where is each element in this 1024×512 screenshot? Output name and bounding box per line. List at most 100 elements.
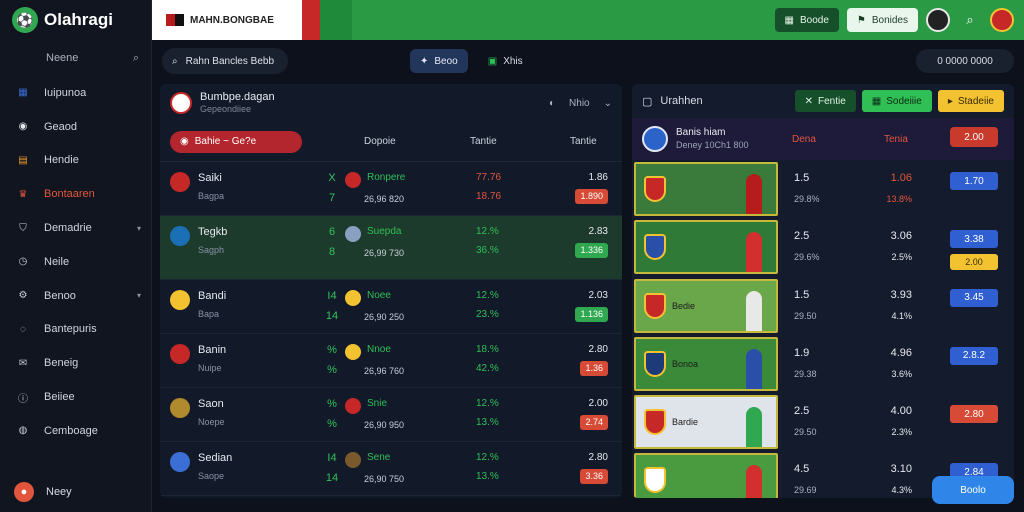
sidebar-item[interactable]: ♛ Bontaaren (0, 177, 151, 211)
odds-button[interactable]: 1.336 (575, 243, 608, 258)
team-sub: Sagph (198, 245, 225, 256)
sidebar-item[interactable]: ▦ Iuipunoa (0, 76, 151, 110)
match-thumbnail[interactable] (634, 453, 778, 498)
match-row[interactable]: Banin Nuipe%% Nnoe 26,96 760 18.% 42.% 2.80 1.3… (160, 334, 622, 388)
highlight-row[interactable]: Bedie 1.5 29.50 3.93 4.1% 3.45 (632, 277, 1014, 335)
odds-button-secondary[interactable]: 2.00 (950, 254, 998, 271)
away-team: Sene (345, 452, 390, 468)
tab-3[interactable]: ▸ Stadeiie (937, 90, 1004, 112)
grid-icon: ▦ (18, 87, 28, 99)
club-crest-icon (170, 92, 192, 114)
percent-bottom: 23.% (476, 308, 499, 320)
team-name: Tegkb (198, 226, 228, 238)
highlight-row[interactable]: Bardie 2.5 29.50 4.00 2.3% 2.80 (632, 393, 1014, 451)
panel-tool-label[interactable]: Nhio (569, 98, 590, 109)
odds-button[interactable]: 1.36 (580, 361, 608, 376)
value-1-sub: 29.38 (794, 368, 817, 379)
match-time: 26,99 730 (364, 248, 405, 258)
league-chip-label: Bahie ~ Ge?e (194, 136, 257, 147)
top-button-1-label: Boode (799, 14, 829, 26)
chevron-down-icon[interactable]: ⌄ (604, 98, 612, 109)
filter-chip-active[interactable]: ✦ Beoo (410, 49, 468, 73)
search-text: Rahn Bancles Bebb (185, 55, 275, 67)
odds-button[interactable]: 3.45 (950, 288, 998, 307)
highlight-row[interactable]: 1.5 29.8% 1.06 13.8% 1.70 (632, 160, 1014, 218)
league-info[interactable]: Banis hiam Deney 10Ch1 800 (642, 126, 749, 152)
odds-value: 2.00 (588, 398, 608, 409)
sidebar-item[interactable]: ✉ Beneig (0, 346, 151, 380)
filter-chip-right[interactable]: 0 0000 0000 (916, 49, 1014, 73)
top-button-1[interactable]: ▦ Boode (774, 8, 839, 32)
match-row[interactable]: Saiki Bagpa X 7 Ronpere 26,96 820 77.76 18.76 1.… (160, 162, 622, 216)
filter-chip[interactable]: ▣ Xhis (478, 49, 533, 73)
match-thumbnail[interactable]: Bonoa (634, 336, 778, 391)
player-figure-icon (746, 232, 762, 273)
match-thumbnail[interactable]: Bedie (634, 278, 778, 333)
odds-value: 2.83 (588, 226, 608, 237)
odds-button[interactable]: 1.136 (575, 307, 608, 322)
sidebar-item-label: Bantepuris (44, 323, 97, 336)
odds-button[interactable]: 3.38 (950, 230, 998, 249)
club-badge-icon[interactable] (990, 8, 1014, 32)
match-row[interactable]: Saon Noepe%% Snie 26,90 950 12.% 13.% 2.00 2.74 (160, 388, 622, 442)
highlight-row[interactable]: 2.5 29.6% 3.06 2.5% 3.38 2.00 (632, 218, 1014, 276)
value-2-sub: 4.1% (891, 310, 912, 321)
match-thumbnail[interactable] (634, 220, 778, 275)
highlight-row[interactable]: Bonoa 1.9 29.38 4.96 3.6% 2.8.2 (632, 335, 1014, 393)
brand[interactable]: MAHN.BONGBAE (152, 14, 352, 26)
home-team: Bandi Bapa (170, 290, 226, 320)
floating-button[interactable]: Boolo (932, 476, 1014, 504)
tab-2[interactable]: ▦ Sodeiiie (861, 90, 932, 112)
odds-button[interactable]: 1.70 (950, 172, 998, 190)
score-top: I4 (327, 452, 337, 464)
highlights-title: Urahhen (660, 95, 703, 107)
matches-panel: Bumbpe.dagan Gepeondiiee ◐ Nhio ⌄ ◉ Bahi… (160, 84, 622, 498)
search-icon[interactable]: ⌕ (958, 8, 982, 32)
sidebar-item[interactable]: ◉ Geaod (0, 110, 151, 144)
header-odds-button[interactable]: 2.00 (950, 127, 998, 147)
sidebar-item[interactable]: ◌ Bantepuris (0, 313, 151, 347)
sidebar-item[interactable]: ◍ Cemboage (0, 414, 151, 448)
odds-button[interactable]: 3.36 (580, 469, 608, 484)
league-chip[interactable]: ◉ Bahie ~ Ge?e (170, 130, 302, 153)
sidebar-search[interactable]: Neene ⌕ (0, 40, 151, 76)
team-sub: Saope (198, 471, 225, 482)
sidebar-item[interactable]: ◷ Neile (0, 245, 151, 279)
play-icon: ▸ (947, 95, 953, 107)
odds-button[interactable]: 2.80 (950, 405, 998, 424)
match-row[interactable]: Sedian Saope I4 14 Sene 26,90 750 12.% 13.% 2.80… (160, 442, 622, 496)
score: %% (325, 398, 339, 432)
logo[interactable]: ⚽ Olahragi (0, 0, 151, 40)
value-2: 1.06 (890, 172, 912, 184)
value-2: 3.06 (890, 230, 912, 243)
sidebar-item[interactable]: ⓘ Beiiee (0, 380, 151, 414)
sidebar-item-label: Bontaaren (44, 188, 95, 201)
refresh-icon[interactable]: ◐ (549, 98, 555, 109)
match-thumbnail[interactable] (634, 162, 778, 216)
search-input[interactable]: ⌕ Rahn Bancles Bebb (162, 48, 288, 74)
avatar[interactable] (926, 8, 950, 32)
sidebar-item[interactable]: ⛉ Demadrie ▾ (0, 211, 151, 245)
score: I4 14 (325, 290, 339, 324)
x-icon: ✕ (804, 95, 813, 107)
tab-1[interactable]: ✕ Fentie (794, 90, 856, 112)
sidebar-footer[interactable]: ● Neey (14, 482, 72, 502)
top-button-2[interactable]: ⚑ Bonides (846, 8, 918, 32)
team-sub: Nuipe (198, 363, 222, 374)
match-thumbnail[interactable]: Bardie (634, 395, 778, 450)
globe-icon: ◍ (18, 425, 28, 437)
match-row[interactable]: Tegkb Sagph 6 8 Suepda 26,99 730 12.% 36.% 2.83 1… (160, 216, 622, 280)
away-team-name: Noee (367, 290, 391, 301)
score: I4 14 (325, 452, 339, 486)
odds-value: 1.86 (588, 172, 608, 183)
odds-button[interactable]: 1.890 (575, 189, 608, 204)
score: 68 (325, 226, 339, 260)
sidebar-item[interactable]: ▤ Hendie (0, 144, 151, 178)
away-team-name: Ronpere (367, 172, 406, 183)
odds-button[interactable]: 2.74 (580, 415, 608, 430)
calendar-icon: ▦ (871, 95, 882, 107)
odds-button[interactable]: 2.8.2 (950, 346, 998, 365)
team-name-block: Bandi Bapa (198, 290, 226, 320)
sidebar-item[interactable]: ⚙ Benoo ▾ (0, 279, 151, 313)
match-row[interactable]: Bandi Bapa I4 14 Noee 26,90 250 12.% 23.% 2.03 1.… (160, 280, 622, 334)
